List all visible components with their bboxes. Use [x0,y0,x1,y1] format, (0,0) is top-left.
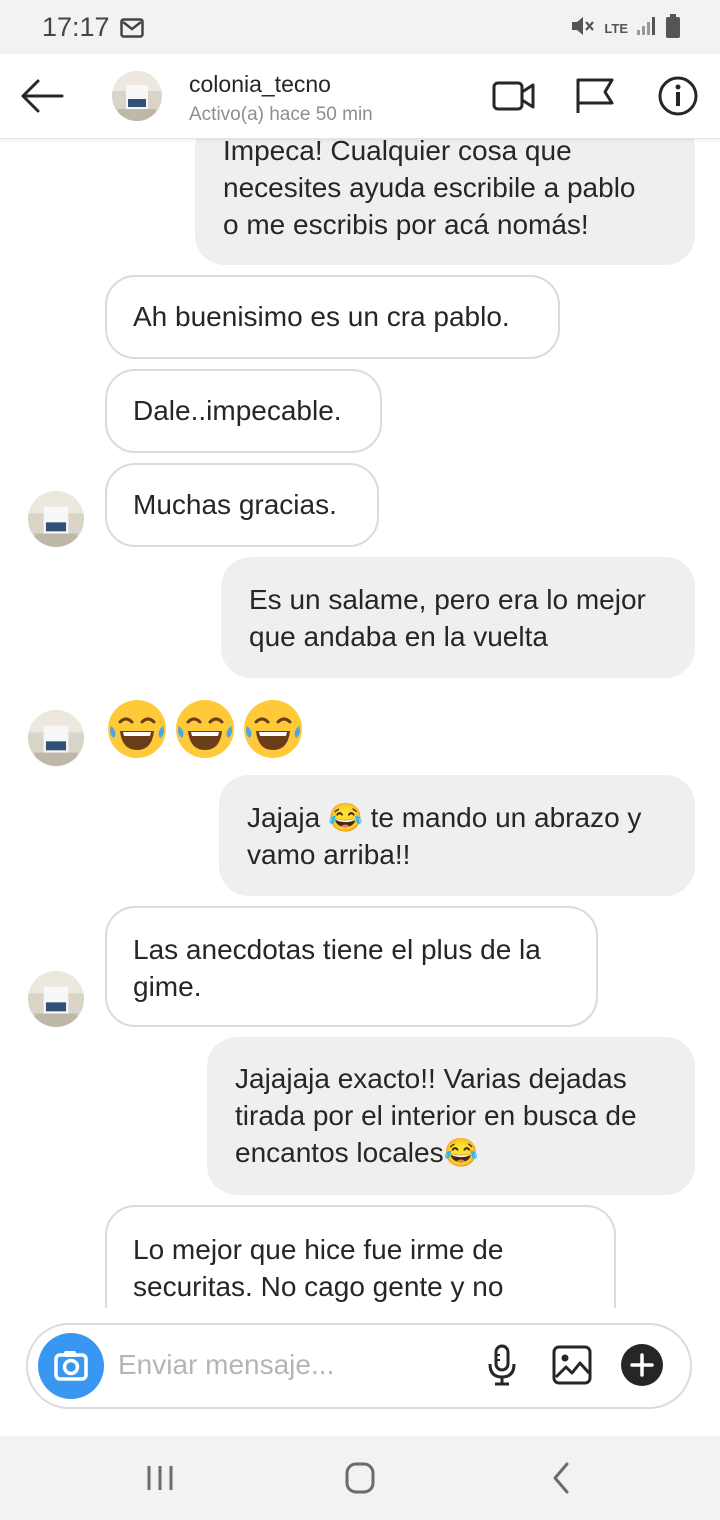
message-bubble-sent[interactable]: Es un salame, pero era lo mejor que anda… [221,557,695,678]
contact-avatar[interactable] [112,71,162,121]
microphone-icon[interactable] [480,1343,524,1387]
info-icon[interactable] [656,76,700,116]
message-input[interactable] [118,1345,458,1385]
status-indicators: LTE [570,14,680,43]
tears-of-joy-emoji-icon [174,698,236,765]
mail-notification-icon [120,18,144,43]
status-bar: 17:17 LTE [0,0,720,54]
home-icon[interactable] [338,1458,382,1498]
back-nav-icon[interactable] [540,1458,584,1498]
camera-icon[interactable] [38,1333,104,1399]
message-bubble-sent[interactable]: Jajaja 😂 te mando un abrazo y vamo arrib… [219,775,695,896]
contact-status: Activo(a) hace 50 min [189,104,373,125]
plus-circle-icon[interactable] [620,1343,664,1387]
video-call-icon[interactable] [492,76,536,116]
mute-icon [570,14,596,43]
signal-icon [636,16,658,41]
sender-avatar[interactable] [28,710,84,766]
contact-name[interactable]: colonia_tecno [189,71,331,98]
recent-apps-icon[interactable] [138,1458,182,1498]
message-bubble-received[interactable]: Ah buenisimo es un cra pablo. [105,275,560,359]
sender-avatar[interactable] [28,491,84,547]
gallery-icon[interactable] [550,1343,594,1387]
message-emoji-received[interactable] [106,698,304,765]
message-thread[interactable]: Impeca! Cualquier cosa que necesites ayu… [0,138,720,1308]
message-bubble-sent[interactable]: Jajajaja exacto!! Varias dejadas tirada … [207,1037,695,1195]
sender-avatar[interactable] [28,971,84,1027]
status-time: 17:17 [42,12,110,42]
message-bubble-received[interactable]: Las anecdotas tiene el plus de la gime. [105,906,598,1027]
tears-of-joy-emoji-icon [242,698,304,765]
message-composer [26,1323,692,1409]
chat-header: colonia_tecno Activo(a) hace 50 min [0,54,720,139]
message-bubble-sent[interactable]: Impeca! Cualquier cosa que necesites ayu… [195,138,695,265]
flag-icon[interactable] [574,76,618,116]
message-bubble-received[interactable]: Muchas gracias. [105,463,379,547]
battery-icon [666,14,680,43]
tears-of-joy-emoji-icon [106,698,168,765]
back-arrow-icon[interactable] [18,76,66,116]
network-type: LTE [604,20,628,36]
message-bubble-received[interactable]: Dale..impecable. [105,369,382,453]
system-nav-bar [0,1436,720,1520]
message-bubble-received[interactable]: Lo mejor que hice fue irme de securitas.… [105,1205,616,1308]
